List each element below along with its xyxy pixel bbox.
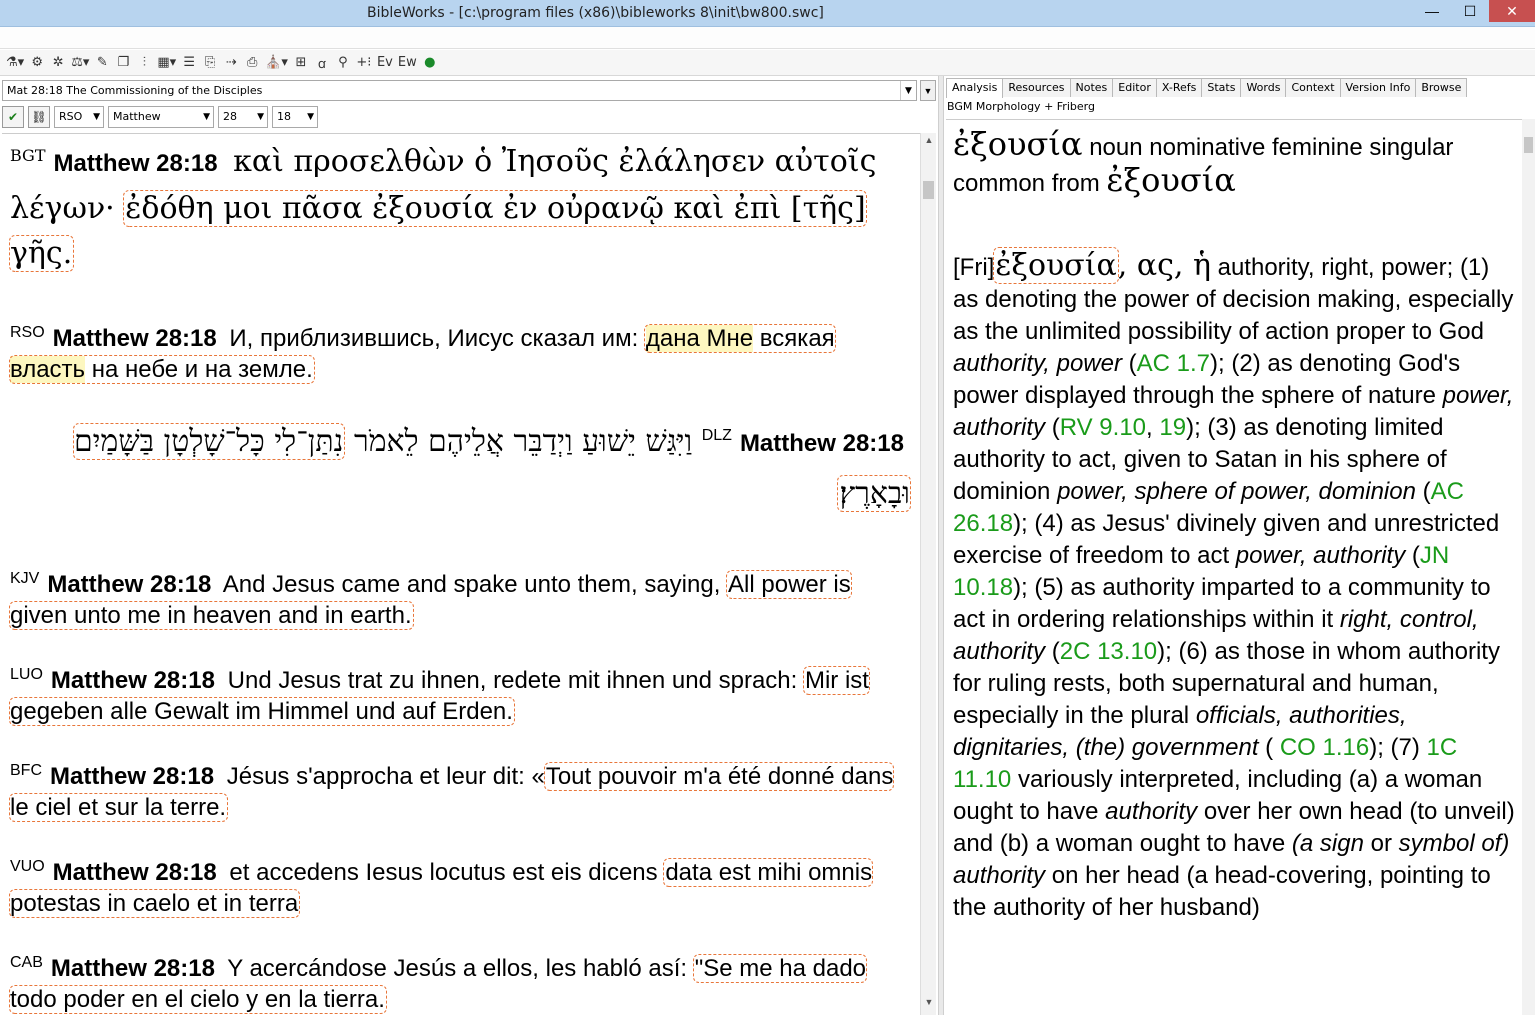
tab-xrefs[interactable]: X-Refs <box>1155 78 1203 97</box>
book-select[interactable]: Matthew ▼ <box>108 106 214 128</box>
highlighted-text[interactable]: ἐδόθη μοι πᾶσα ἐξουσία ἐν οὐρανῷ καὶ ἐπὶ… <box>9 190 867 272</box>
reference-value: Mat 28:18 The Commissioning of the Disci… <box>7 84 263 97</box>
tab-editor[interactable]: Editor <box>1112 78 1157 97</box>
analysis-lemma: ἐξουσία <box>1106 161 1236 199</box>
link-icon[interactable]: ⛓ <box>28 106 50 128</box>
analysis-tabs: Analysis Resources Notes Editor X-Refs S… <box>946 78 1468 98</box>
checkmark-icon[interactable]: ✔ <box>2 106 24 128</box>
selector-bar: ✔ ⛓ RSO ▼ Matthew ▼ 28 ▼ 18 ▼ <box>2 105 318 129</box>
close-button[interactable]: ✕ <box>1489 0 1535 22</box>
globe-icon[interactable]: ● <box>420 53 440 73</box>
ev-icon[interactable]: Ev <box>375 53 395 73</box>
verse-item: BGT Matthew 28:18 καὶ προσελθὼν ὁ Ἰησοῦς … <box>9 144 877 272</box>
toolbar: ⚗▾ ⚙ ✲ ⚖▾ ✎ ❐ ⫶ ▦▾ ☰ ⎘ ⇢ ⎙ ⛪▾ ⊞ ꭤ ⚲ +⁝ E… <box>0 50 1535 76</box>
ref-link[interactable]: CO 1.16 <box>1280 734 1369 761</box>
chevron-down-icon[interactable]: ▼ <box>900 81 916 100</box>
tools-icon[interactable]: ⚙ <box>27 53 47 73</box>
puzzle-icon[interactable]: ✲ <box>48 53 68 73</box>
scroll-thumb[interactable] <box>1524 137 1533 153</box>
columns-icon[interactable]: ☰ <box>179 53 199 73</box>
reference-bar[interactable]: Mat 28:18 The Commissioning of the Disci… <box>2 80 917 101</box>
copy-icon[interactable]: ⎘ <box>200 53 220 73</box>
lexicon-entry: [Fri]ἐξουσία, ας, ἡ authority, right, po… <box>953 247 1515 921</box>
minimize-button[interactable]: — <box>1413 0 1451 22</box>
ref-link[interactable]: 2C 13.10 <box>1060 638 1157 665</box>
verse-scrollbar[interactable]: ▲ ▼ <box>920 133 936 1015</box>
window-icon[interactable]: ❐ <box>113 53 133 73</box>
scroll-up-icon[interactable]: ▲ <box>921 135 937 151</box>
maximize-button[interactable]: ☐ <box>1451 0 1489 22</box>
print-icon[interactable]: ⎙ <box>242 53 262 73</box>
verse-item: KJV Matthew 28:18 And Jesus came and spak… <box>9 570 852 630</box>
title-bar: BibleWorks - [c:\program files (x86)\bib… <box>0 0 1535 27</box>
ew-icon[interactable]: Ew <box>396 53 419 73</box>
tab-stats[interactable]: Stats <box>1201 78 1242 97</box>
verse-item: LUO Matthew 28:18 Und Jesus trat zu ihnen… <box>9 666 870 726</box>
verse-item: BFC Matthew 28:18 Jésus s'approcha et leu… <box>8 762 895 822</box>
plus-icon[interactable]: +⁝ <box>354 53 374 73</box>
verse-list: BGT Matthew 28:18 καὶ προσελθὼν ὁ Ἰησοῦς … <box>2 133 920 1015</box>
analysis-scrollbar[interactable] <box>1522 119 1535 1015</box>
find-icon[interactable]: ⚲ <box>333 53 353 73</box>
tab-browse[interactable]: Browse <box>1415 78 1468 97</box>
bible-icon[interactable]: ⛪▾ <box>263 53 290 73</box>
verse-item: DLZ Matthew 28:18 וַיִּגַּשׁ יֵשׁוּעַ וַי… <box>72 423 912 512</box>
text-icon[interactable]: ꭤ <box>312 53 332 73</box>
tab-version-info[interactable]: Version Info <box>1339 78 1417 97</box>
frame-icon[interactable]: ⊞ <box>291 53 311 73</box>
tab-context[interactable]: Context <box>1285 78 1341 97</box>
version-select[interactable]: RSO ▼ <box>54 106 104 128</box>
scroll-down-icon[interactable]: ▼ <box>921 997 937 1013</box>
grid-icon[interactable]: ▦▾ <box>155 53 178 73</box>
analysis-word: ἐξουσία <box>953 125 1083 163</box>
chevron-down-icon[interactable]: ▼ <box>920 80 936 101</box>
morphology-source: BGM Morphology + Friberg <box>947 100 1095 113</box>
tab-notes[interactable]: Notes <box>1069 78 1114 97</box>
ref-link[interactable]: AC 1.7 <box>1137 350 1210 377</box>
chapter-select[interactable]: 28 ▼ <box>218 106 268 128</box>
tab-words[interactable]: Words <box>1240 78 1287 97</box>
verse-item: CAB Matthew 28:18 Y acercándose Jesús a e… <box>8 954 868 1014</box>
export-icon[interactable]: ⇢ <box>221 53 241 73</box>
tab-analysis[interactable]: Analysis <box>946 78 1004 98</box>
lexicon-headword[interactable]: ἐξουσία <box>993 247 1119 284</box>
window-title: BibleWorks - [c:\program files (x86)\bib… <box>367 5 824 21</box>
highlighter-icon[interactable]: ✎ <box>92 53 112 73</box>
ab-icon[interactable]: ⚗▾ <box>4 53 26 73</box>
verse-item: VUO Matthew 28:18 et accedens Iesus locut… <box>8 858 874 918</box>
verse-item: RSO Matthew 28:18 И, приблизившись, Иисус… <box>9 324 836 384</box>
scale-icon[interactable]: ⚖▾ <box>69 53 91 73</box>
split-icon[interactable]: ⫶ <box>134 53 154 73</box>
analysis-panel: ἐξουσία noun nominative feminine singula… <box>946 119 1524 1015</box>
pane-splitter[interactable] <box>938 76 944 1015</box>
parse-info: ἐξουσία noun nominative feminine singula… <box>953 125 1454 199</box>
verse-select[interactable]: 18 ▼ <box>272 106 318 128</box>
ref-link[interactable]: 19 <box>1159 414 1186 441</box>
menu-bar <box>0 27 1535 49</box>
ref-link[interactable]: RV 9.10 <box>1060 414 1146 441</box>
scroll-thumb[interactable] <box>923 181 934 199</box>
tab-resources[interactable]: Resources <box>1002 78 1071 97</box>
